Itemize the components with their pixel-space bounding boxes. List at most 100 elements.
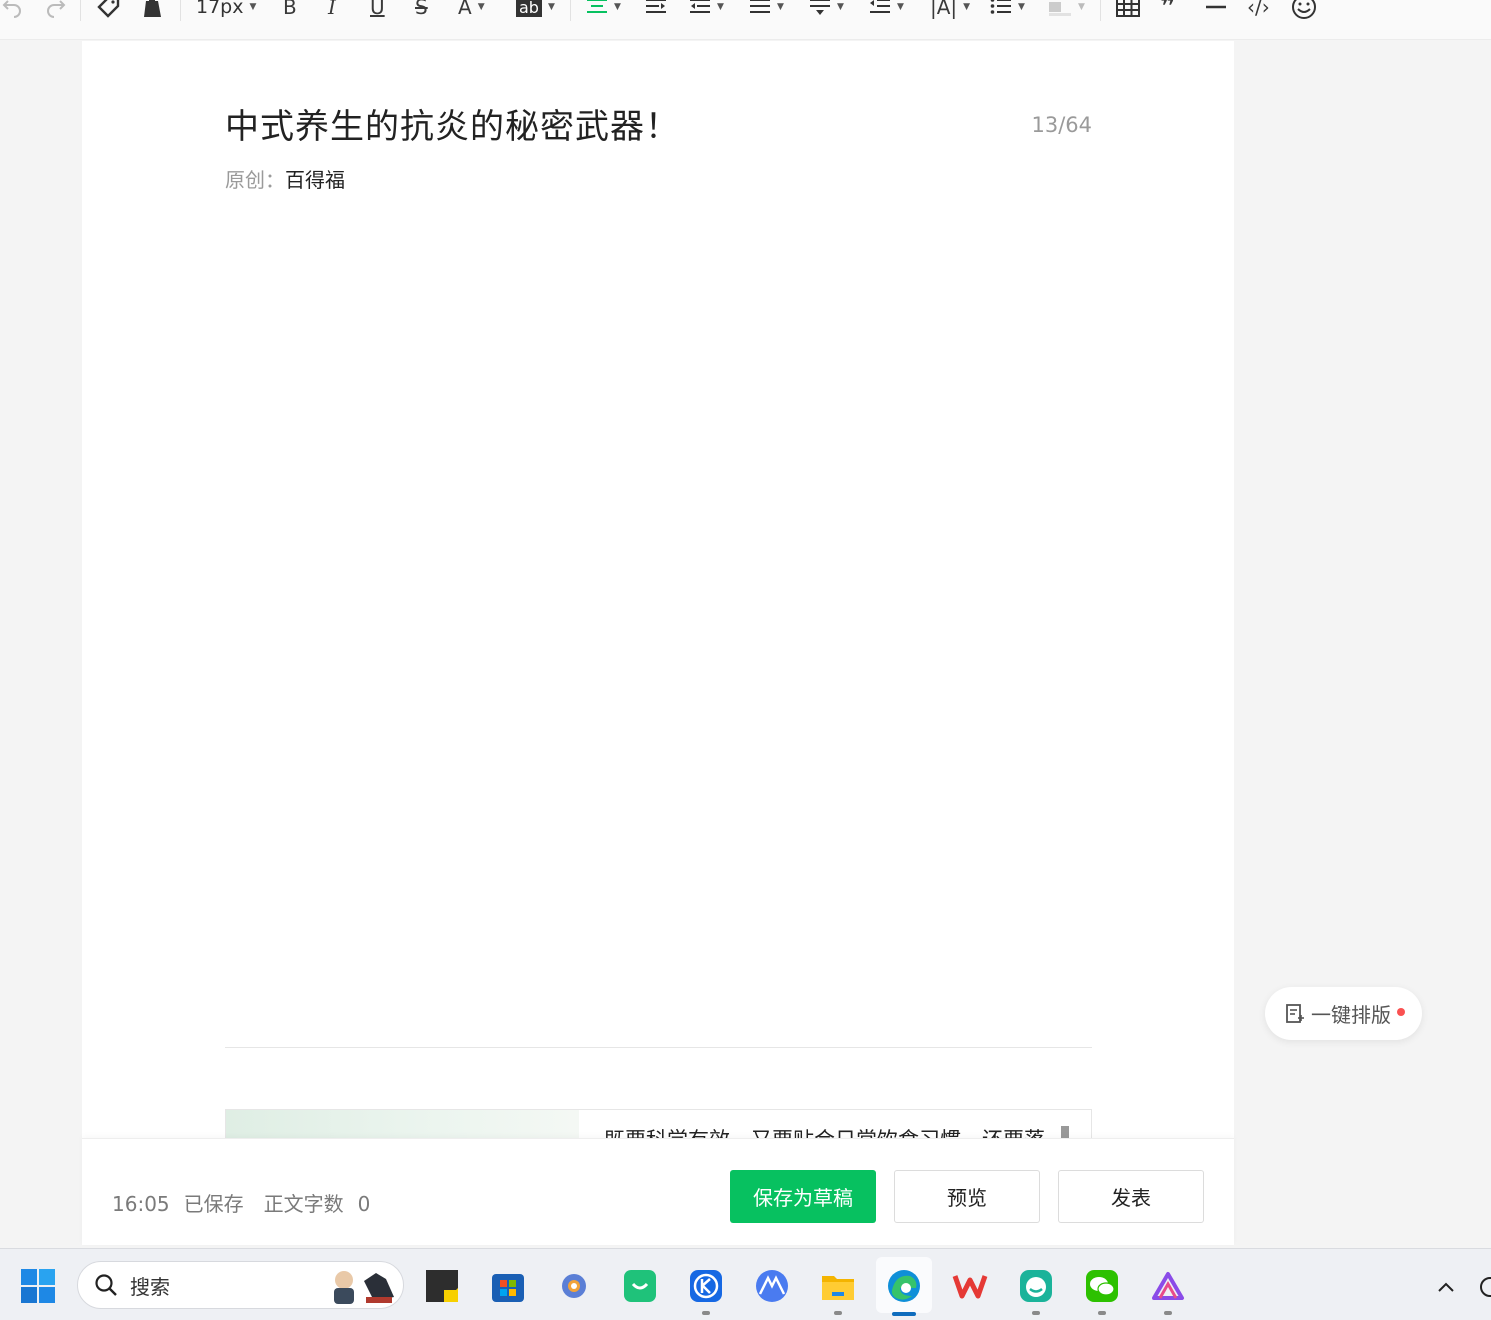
article-card[interactable]: 既要科学有效，又要贴合日常饮食习惯，还要落 [225, 1109, 1092, 1139]
auto-format-button[interactable]: 一键排版 [1265, 987, 1422, 1040]
highlight-icon[interactable]: ab ▼ [516, 0, 555, 23]
mountain-app-icon[interactable] [754, 1268, 790, 1304]
running-indicator [1098, 1311, 1106, 1315]
bold-glyph: B [283, 0, 297, 19]
file-explorer-icon[interactable] [820, 1268, 856, 1304]
italic-icon[interactable]: I [328, 0, 336, 23]
emoji-icon[interactable] [1291, 0, 1317, 23]
font-size-select[interactable]: 17px ▼ [196, 0, 256, 23]
bullet-list-icon[interactable]: ▼ [990, 0, 1025, 23]
save-state: 已保存 [183, 1192, 244, 1216]
bold-icon[interactable]: B [283, 0, 297, 23]
chevron-down-icon: ▼ [897, 2, 904, 12]
clear-format-icon[interactable] [141, 0, 165, 23]
chevron-down-icon: ▼ [614, 2, 621, 12]
preview-button[interactable]: 预览 [894, 1170, 1040, 1223]
redo-icon[interactable] [44, 0, 68, 23]
code-glyph: ‹/› [1247, 0, 1270, 19]
format-brush-icon[interactable] [96, 0, 122, 23]
chevron-down-icon: ▼ [1018, 2, 1025, 12]
author-name-input[interactable]: 百得福 [285, 168, 345, 192]
underline-glyph: U [370, 0, 385, 19]
wps-office-icon[interactable] [952, 1268, 988, 1304]
divider-icon[interactable] [1205, 0, 1227, 23]
chevron-down-icon: ▼ [1078, 2, 1085, 12]
font-color-icon[interactable]: A ▼ [458, 0, 485, 23]
taskbar-search-box[interactable]: 搜索 [77, 1261, 404, 1309]
search-highlight-illustration [334, 1271, 394, 1304]
running-indicator [1032, 1311, 1040, 1315]
indent-icon[interactable] [645, 0, 667, 23]
prism-app-icon[interactable] [1150, 1268, 1186, 1304]
italic-glyph: I [328, 0, 336, 19]
toolbar-divider [180, 0, 181, 21]
word-count-value: 0 [357, 1192, 371, 1216]
background-color-icon[interactable]: ▼ [1048, 0, 1085, 23]
highlight-glyph: ab [516, 0, 542, 17]
word-count-label: 正文字数 [263, 1192, 344, 1216]
align-center-icon[interactable]: ▼ [586, 0, 621, 23]
chevron-down-icon: ▼ [249, 2, 257, 12]
chevron-down-icon: ▼ [477, 2, 485, 12]
chevron-down-icon: ▼ [777, 2, 784, 12]
code-icon[interactable]: ‹/› [1247, 0, 1270, 23]
font-color-glyph: A [458, 0, 472, 19]
letter-spacing-glyph: |A| [930, 0, 958, 19]
k-app-icon[interactable] [688, 1268, 724, 1304]
save-draft-button[interactable]: 保存为草稿 [730, 1170, 876, 1223]
chevron-down-icon: ▼ [717, 2, 724, 12]
card-thumbnail [226, 1110, 579, 1139]
save-status: 16:05 已保存 正文字数 0 [112, 1188, 384, 1217]
author-row: 原创：百得福 [225, 164, 345, 193]
green-bag-app-icon[interactable] [622, 1268, 658, 1304]
author-label: 原创： [225, 168, 285, 192]
underline-icon[interactable]: U [370, 0, 385, 23]
article-title-input[interactable]: 中式养生的抗炎的秘密武器！ [225, 99, 680, 148]
quote-icon[interactable]: ❞ [1160, 0, 1175, 23]
notification-icon[interactable] [1478, 1275, 1491, 1303]
active-indicator [892, 1312, 916, 1316]
quote-glyph: ❞ [1160, 0, 1176, 22]
running-indicator [834, 1311, 842, 1315]
strikethrough-icon[interactable]: S [415, 0, 428, 23]
chevron-down-icon: ▼ [963, 2, 971, 12]
card-summary: 既要科学有效，又要贴合日常饮食习惯，还要落 [604, 1124, 1045, 1139]
format-doc-icon [1286, 1003, 1304, 1023]
save-time: 16:05 [112, 1192, 170, 1216]
toolbar-divider [570, 0, 571, 21]
line-height-icon[interactable]: ▼ [749, 0, 784, 23]
search-icon [95, 1274, 117, 1296]
font-size-value: 17px [196, 0, 244, 18]
wechat-icon[interactable] [1084, 1268, 1120, 1304]
edge-browser-icon[interactable] [886, 1268, 922, 1304]
publish-button[interactable]: 发表 [1058, 1170, 1204, 1223]
start-icon[interactable] [20, 1268, 56, 1304]
sticky-notes-icon[interactable] [424, 1268, 460, 1304]
auto-format-label: 一键排版 [1311, 1003, 1391, 1027]
toolbar-divider [80, 0, 81, 21]
settings-gear-icon[interactable] [556, 1268, 592, 1304]
chevron-down-icon: ▼ [547, 2, 555, 12]
notification-dot [1397, 1007, 1405, 1016]
bottom-action-bar: 16:05 已保存 正文字数 0 保存为草稿 预览 发表 [82, 1138, 1234, 1245]
editor-toolbar: 17px ▼ B I U S A ▼ ab ▼ ▼ ▼ ▼ ▼ ▼ |A| ▼ ▼ ▼ … [0, 0, 1491, 40]
title-char-count: 13/64 [1031, 113, 1092, 137]
search-placeholder: 搜索 [130, 1274, 170, 1299]
list-indent-icon[interactable]: ▼ [869, 0, 904, 23]
paragraph-spacing-icon[interactable]: ▼ [809, 0, 844, 23]
strikethrough-glyph: S [415, 0, 428, 19]
green-face-app-icon[interactable] [1018, 1268, 1054, 1304]
undo-icon[interactable] [0, 0, 24, 23]
chevron-down-icon: ▼ [837, 2, 844, 12]
running-indicator [1164, 1311, 1172, 1315]
outdent-icon[interactable]: ▼ [689, 0, 724, 23]
letter-spacing-icon[interactable]: |A| ▼ [930, 0, 970, 23]
chevron-up-icon[interactable] [1432, 1273, 1460, 1301]
microsoft-store-icon[interactable] [490, 1268, 526, 1304]
table-icon[interactable] [1116, 0, 1140, 23]
content-divider [225, 1047, 1092, 1048]
windows-taskbar: 搜索 [0, 1248, 1491, 1320]
article-editor: 中式养生的抗炎的秘密武器！ 13/64 原创：百得福 既要科学有效，又要贴合日常… [82, 41, 1234, 1245]
toolbar-divider [1100, 0, 1101, 21]
running-indicator [702, 1311, 710, 1315]
